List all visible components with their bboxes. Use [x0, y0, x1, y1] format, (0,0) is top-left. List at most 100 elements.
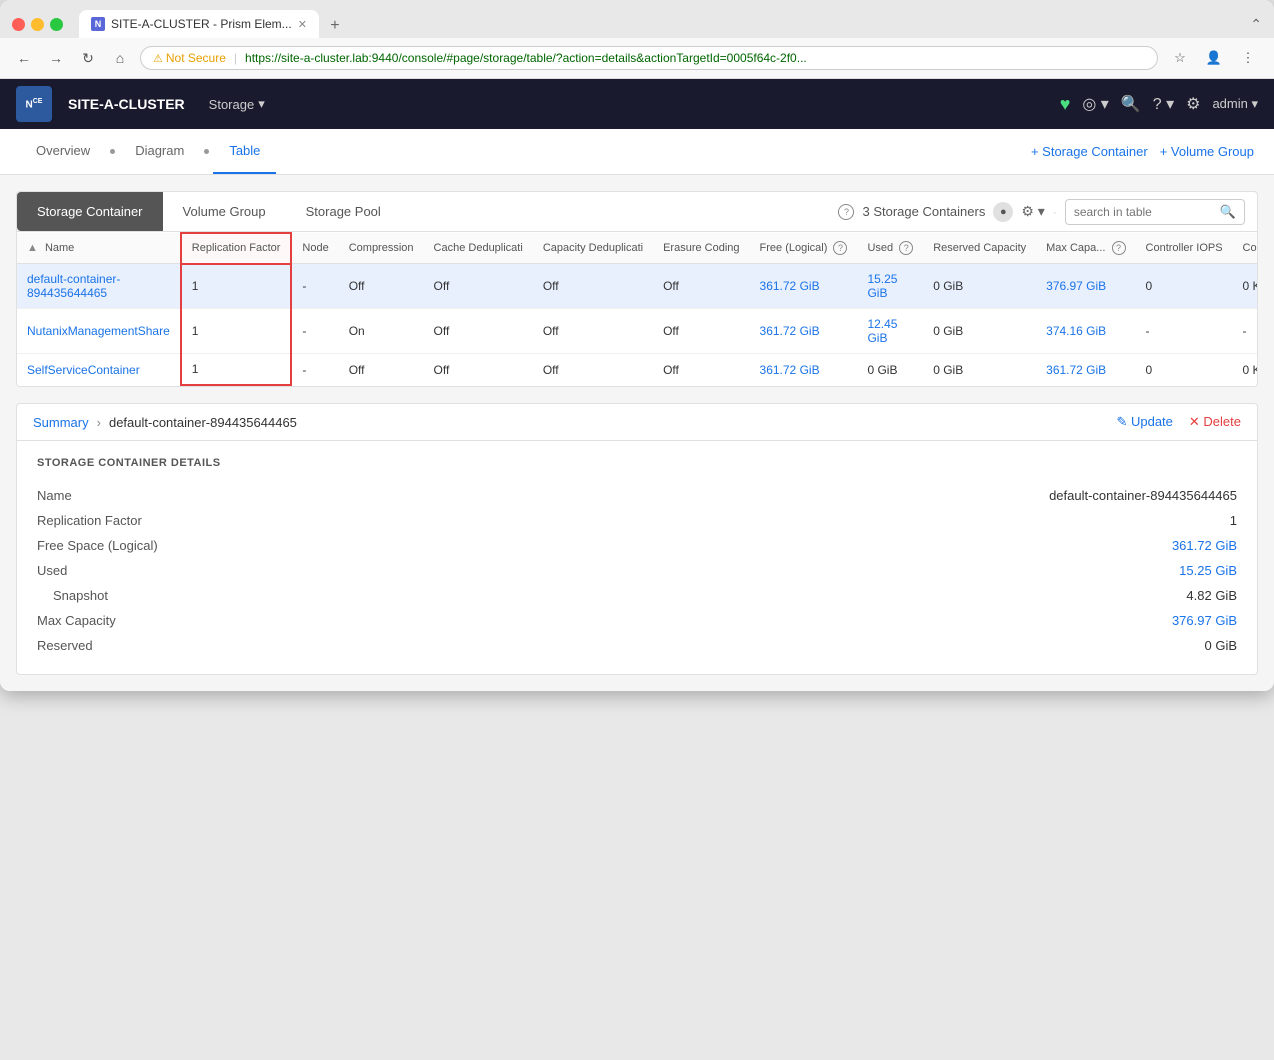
col-header-controller-iops[interactable]: Controller IOPS: [1136, 233, 1233, 264]
col-header-free-logical[interactable]: Free (Logical) ?: [750, 233, 858, 264]
tasks-icon[interactable]: ◎ ▾: [1082, 94, 1108, 114]
table-row[interactable]: default-container-8944356444651-OffOffOf…: [17, 264, 1258, 309]
max-cap-help-icon[interactable]: ?: [1112, 241, 1126, 255]
search-input[interactable]: [1074, 205, 1214, 219]
detail-value: 1: [1230, 513, 1237, 528]
search-icon[interactable]: 🔍: [1121, 94, 1141, 114]
detail-label: Max Capacity: [37, 613, 116, 628]
col-header-erasure-coding[interactable]: Erasure Coding: [653, 233, 749, 264]
toolbar-help-icon[interactable]: ?: [838, 204, 854, 220]
detail-row: Free Space (Logical)361.72 GiB: [37, 533, 1237, 558]
profile-icon[interactable]: 👤: [1200, 44, 1228, 72]
table-cell: Off: [653, 264, 749, 309]
browser-titlebar: N SITE-A-CLUSTER - Prism Elem... ✕ + ⌃: [0, 0, 1274, 38]
search-box: 🔍: [1065, 199, 1245, 225]
table-cell: Off: [424, 309, 533, 354]
tab-table[interactable]: Table: [213, 129, 276, 174]
detail-row: Replication Factor 1: [37, 508, 1237, 533]
col-header-node[interactable]: Node: [291, 233, 338, 264]
delete-button[interactable]: ✕ Delete: [1189, 414, 1241, 430]
col-header-name[interactable]: ▲ Name: [17, 233, 181, 264]
detail-row: Max Capacity376.97 GiB: [37, 608, 1237, 633]
col-header-capacity-dedup[interactable]: Capacity Deduplicati: [533, 233, 653, 264]
user-menu[interactable]: admin ▾: [1212, 96, 1258, 112]
table-body: default-container-8944356444651-OffOffOf…: [17, 264, 1258, 386]
table-toolbar: Storage Container Volume Group Storage P…: [16, 191, 1258, 231]
col-header-max-capacity[interactable]: Max Capa... ?: [1036, 233, 1135, 264]
summary-actions: ✎ Update ✕ Delete: [1116, 414, 1241, 430]
address-bar[interactable]: Not Secure | https://site-a-cluster.lab:…: [140, 46, 1158, 70]
toolbar-right: ? 3 Storage Containers ● ⚙ ▾ · 🔍: [835, 199, 1257, 225]
browser-toolbar: ← → ↻ ⌂ Not Secure | https://site-a-clus…: [0, 38, 1274, 79]
table-cell: -: [291, 354, 338, 386]
data-table-wrapper: ▲ Name Replication Factor Node Compressi…: [16, 231, 1258, 387]
help-icon[interactable]: ? ▾: [1153, 94, 1174, 114]
table-cell[interactable]: NutanixManagementShare: [17, 309, 181, 354]
tab-overview[interactable]: Overview: [20, 129, 106, 174]
table-cell: 0 KBps: [1233, 264, 1258, 309]
tab-close-icon[interactable]: ✕: [298, 18, 307, 31]
forward-button[interactable]: →: [44, 46, 68, 70]
free-logical-help-icon[interactable]: ?: [833, 241, 847, 255]
column-settings-button[interactable]: ⚙ ▾: [1021, 203, 1044, 220]
breadcrumb-separator: ›: [97, 415, 101, 430]
col-header-controller-io-bw[interactable]: Controller IO B/W: [1233, 233, 1258, 264]
detail-value: default-container-894435644465: [1049, 488, 1237, 503]
table-cell: Off: [653, 354, 749, 386]
app-container: NCE SITE-A-CLUSTER Storage ▾ ♥ ◎ ▾ 🔍 ? ▾…: [0, 79, 1274, 691]
breadcrumb-current: default-container-894435644465: [109, 415, 297, 430]
toolbar-actions: ☆ 👤 ⋮: [1166, 44, 1262, 72]
browser-expand-icon[interactable]: ⌃: [1250, 16, 1262, 33]
menu-icon[interactable]: ⋮: [1234, 44, 1262, 72]
back-button[interactable]: ←: [12, 46, 36, 70]
minimize-button[interactable]: [31, 18, 44, 31]
col-header-replication-factor[interactable]: Replication Factor: [181, 233, 292, 264]
table-cell[interactable]: SelfServiceContainer: [17, 354, 181, 386]
add-volume-group-button[interactable]: + Volume Group: [1160, 144, 1254, 159]
bookmark-icon[interactable]: ☆: [1166, 44, 1194, 72]
summary-breadcrumb: Summary › default-container-894435644465…: [17, 404, 1257, 441]
page-tabs: Overview Diagram Table + Storage Contain…: [0, 129, 1274, 175]
search-icon[interactable]: 🔍: [1220, 204, 1236, 220]
content-area: Storage Container Volume Group Storage P…: [0, 175, 1274, 691]
detail-label: Replication Factor: [37, 513, 142, 528]
table-cell: 376.97 GiB: [1036, 264, 1135, 309]
table-cell: 0: [1136, 264, 1233, 309]
storage-container-tab[interactable]: Storage Container: [17, 192, 163, 231]
detail-label: Reserved: [37, 638, 93, 653]
storage-pool-tab[interactable]: Storage Pool: [286, 192, 401, 231]
table-cell: Off: [533, 264, 653, 309]
col-header-reserved[interactable]: Reserved Capacity: [923, 233, 1036, 264]
tab-label: SITE-A-CLUSTER - Prism Elem...: [111, 17, 292, 31]
table-cell: -: [1233, 309, 1258, 354]
used-help-icon[interactable]: ?: [899, 241, 913, 255]
settings-icon[interactable]: ⚙: [1186, 94, 1200, 114]
tab-favicon: N: [91, 17, 105, 31]
browser-tab-active[interactable]: N SITE-A-CLUSTER - Prism Elem... ✕: [79, 10, 319, 38]
col-header-cache-dedup[interactable]: Cache Deduplicati: [424, 233, 533, 264]
nav-storage[interactable]: Storage ▾: [201, 96, 273, 112]
table-cell[interactable]: default-container-894435644465: [17, 264, 181, 309]
tab-diagram[interactable]: Diagram: [119, 129, 200, 174]
summary-link[interactable]: Summary: [33, 415, 89, 430]
table-row[interactable]: SelfServiceContainer1-OffOffOffOff361.72…: [17, 354, 1258, 386]
add-storage-container-button[interactable]: + Storage Container: [1031, 144, 1148, 159]
app-logo: NCE: [16, 86, 52, 122]
table-cell: Off: [339, 354, 424, 386]
summary-section-title: STORAGE CONTAINER DETAILS: [37, 457, 1237, 469]
col-header-compression[interactable]: Compression: [339, 233, 424, 264]
table-row[interactable]: NutanixManagementShare1-OnOffOffOff361.7…: [17, 309, 1258, 354]
table-cell: 15.25 GiB: [857, 264, 923, 309]
maximize-button[interactable]: [50, 18, 63, 31]
close-button[interactable]: [12, 18, 25, 31]
detail-value: 15.25 GiB: [1179, 563, 1237, 578]
detail-value: 361.72 GiB: [1172, 538, 1237, 553]
reload-button[interactable]: ↻: [76, 46, 100, 70]
col-header-used[interactable]: Used ?: [857, 233, 923, 264]
table-cell: 361.72 GiB: [750, 354, 858, 386]
home-button[interactable]: ⌂: [108, 46, 132, 70]
new-tab-button[interactable]: +: [323, 14, 347, 38]
volume-group-tab[interactable]: Volume Group: [163, 192, 286, 231]
update-button[interactable]: ✎ Update: [1116, 414, 1172, 430]
health-icon[interactable]: ♥: [1060, 94, 1071, 115]
